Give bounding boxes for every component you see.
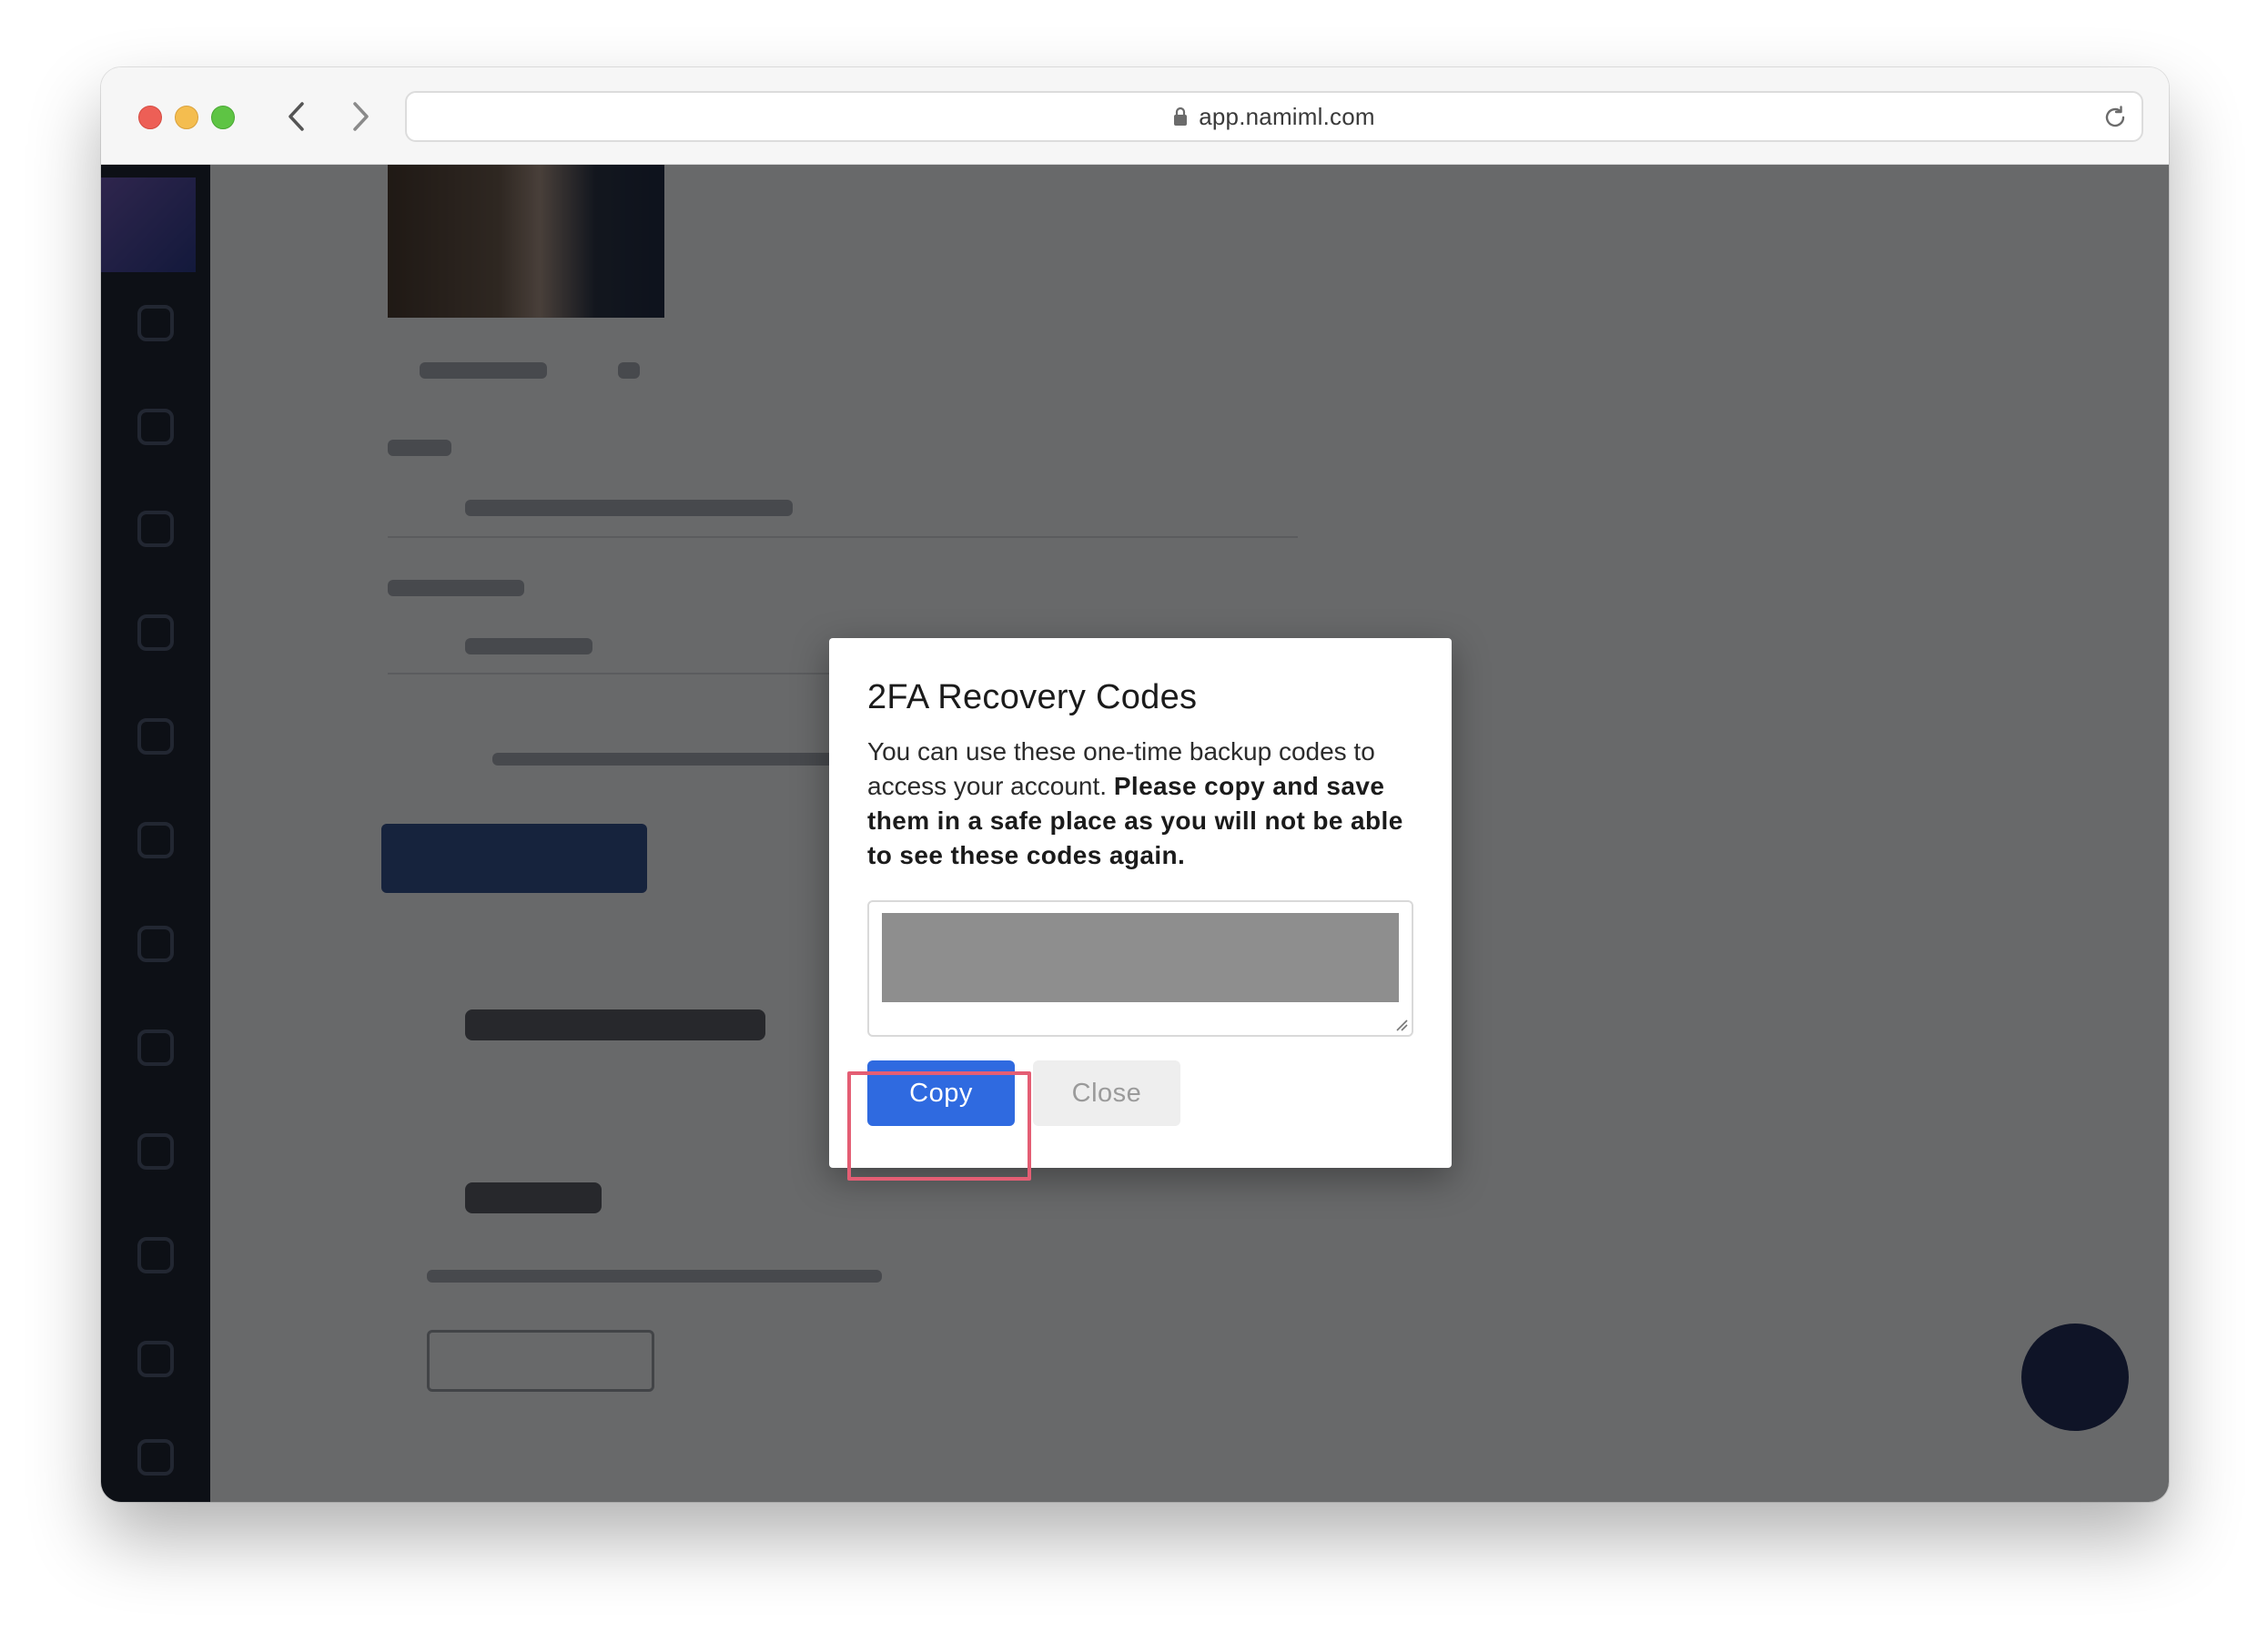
browser-titlebar: app.namiml.com	[101, 67, 2169, 165]
recovery-codes-textarea[interactable]	[867, 900, 1413, 1037]
copy-button-highlight	[847, 1071, 1031, 1181]
dialog-body: You can use these one-time backup codes …	[867, 735, 1417, 873]
address-bar-content: app.namiml.com	[407, 93, 2141, 140]
close-button[interactable]: Close	[1033, 1060, 1180, 1126]
window-minimize-button[interactable]	[175, 106, 198, 129]
page-content: 2FA Recovery Codes You can use these one…	[101, 165, 2169, 1502]
window-zoom-button[interactable]	[211, 106, 235, 129]
chevron-left-icon	[289, 102, 304, 131]
window-close-button[interactable]	[138, 106, 162, 129]
chevron-right-icon	[353, 102, 369, 131]
url-text: app.namiml.com	[1199, 102, 1375, 130]
reload-icon[interactable]	[2101, 104, 2129, 131]
dialog-title: 2FA Recovery Codes	[867, 678, 1198, 716]
resize-handle-icon[interactable]	[1393, 1017, 1408, 1031]
address-bar[interactable]: app.namiml.com	[405, 91, 2143, 142]
lock-icon	[1174, 106, 1188, 126]
browser-window: app.namiml.com 2FA Recovery Codes You ca…	[101, 67, 2169, 1502]
redacted-codes	[882, 913, 1399, 1002]
forward-button[interactable]	[342, 98, 379, 135]
back-button[interactable]	[278, 98, 315, 135]
